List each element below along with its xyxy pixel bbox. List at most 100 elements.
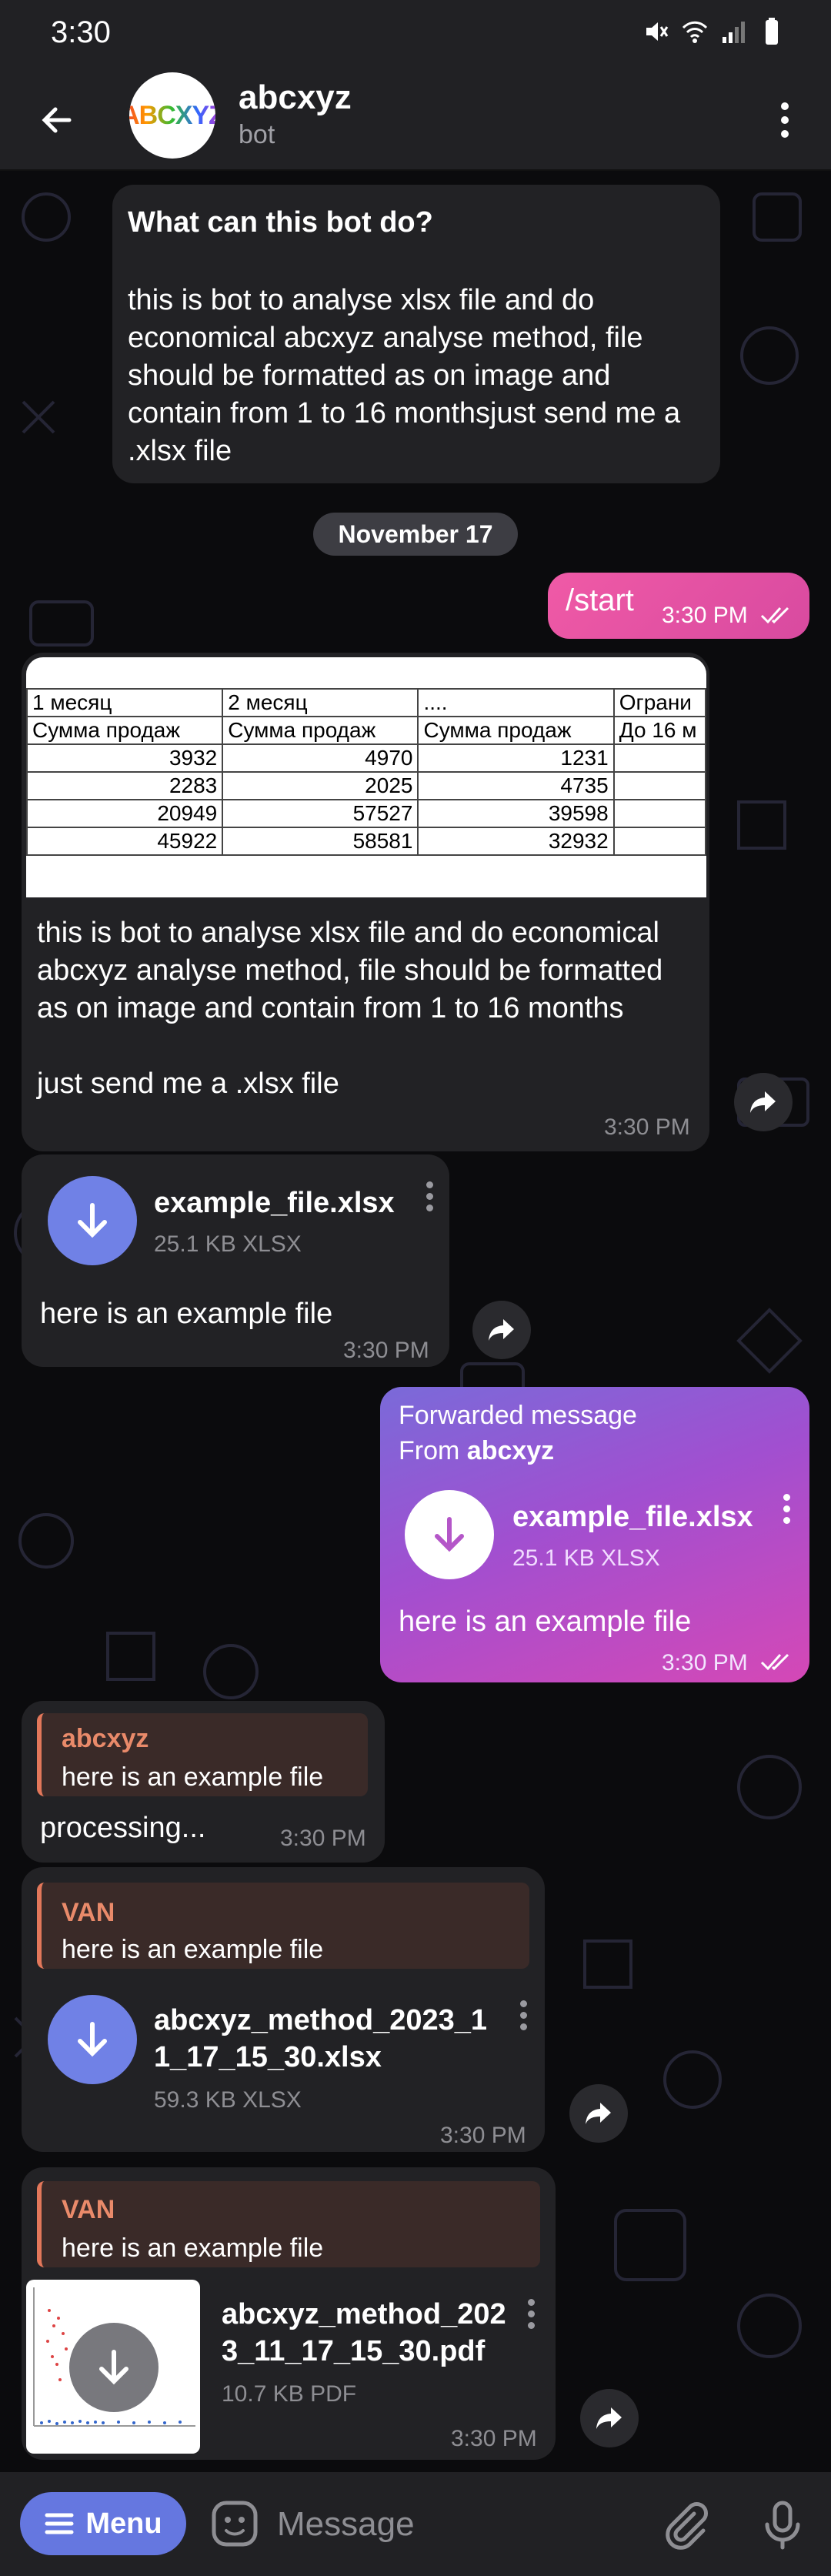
dot [783, 1516, 790, 1524]
file-size: 10.7 KB PDF [222, 2381, 357, 2407]
dot [527, 2321, 535, 2329]
forwarded-label: Forwarded message [399, 1401, 637, 1430]
date-separator: November 17 [313, 513, 518, 556]
download-arrow-icon [78, 1203, 107, 1238]
file-caption: here is an example file [399, 1605, 692, 1638]
message-time: 3:30 PM [440, 2123, 526, 2148]
share-button[interactable] [472, 1301, 531, 1359]
share-button[interactable] [569, 2084, 628, 2143]
share-arrow-icon [750, 1091, 776, 1113]
forwarded-from-prefix: From [399, 1436, 467, 1465]
download-button[interactable] [405, 1490, 494, 1579]
message-input-bar: Menu [0, 2472, 831, 2576]
share-arrow-icon [596, 2407, 622, 2429]
dot [426, 1192, 433, 1200]
sheet-cell: 57527 [222, 799, 419, 828]
download-button[interactable] [48, 1995, 137, 2084]
forwarded-from-name: abcxyz [466, 1436, 555, 1465]
share-button[interactable] [580, 2389, 639, 2447]
sheet-cell: 39598 [417, 799, 615, 828]
message-time: 3:30 PM [662, 1650, 748, 1676]
file-name: example_file.xlsx [154, 1187, 395, 1219]
spreadsheet-image[interactable]: 1 месяц 2 месяц .... Ограни Сумма продаж… [26, 657, 706, 897]
sheet-cell: 1231 [417, 743, 615, 773]
sheet-subheader-cell: Сумма продаж [26, 716, 224, 745]
message-time: 3:30 PM [662, 603, 748, 628]
sheet-header-cell: 1 месяц [26, 688, 224, 717]
file-menu-button[interactable] [523, 2290, 539, 2337]
share-arrow-icon [586, 2103, 611, 2124]
battery-icon [766, 18, 778, 45]
file-menu-button[interactable] [516, 1992, 531, 2038]
message-input[interactable] [277, 2494, 639, 2555]
double-check-icon [760, 1653, 789, 1671]
sheet-cell [612, 799, 706, 828]
spreadsheet-table: 1 месяц 2 месяц .... Ограни Сумма продаж… [26, 688, 706, 856]
file-size: 59.3 KB XLSX [154, 2087, 302, 2113]
reply-author: VAN [62, 2195, 115, 2224]
dot [781, 102, 789, 110]
sheet-header-cell: 2 месяц [222, 688, 419, 717]
status-time: 3:30 [51, 15, 111, 49]
file-name-line: abcxyz_method_2023_1 [154, 2004, 488, 2036]
sheet-cell: 4970 [222, 743, 419, 773]
sheet-cell: 45922 [26, 827, 224, 856]
bot-info-text: this is bot to analyse xlsx file and do … [128, 284, 681, 467]
back-button[interactable] [29, 92, 85, 148]
file-name-line: 1_17_15_30.xlsx [154, 2041, 382, 2073]
dot [781, 116, 789, 124]
sheet-cell: 3932 [26, 743, 224, 773]
sheet-cell: 32932 [417, 827, 615, 856]
menu-label: Menu [85, 2507, 162, 2540]
sheet-subheader-cell: Сумма продаж [222, 716, 419, 745]
chat-title[interactable]: abcxyz [239, 79, 352, 117]
download-button[interactable] [48, 1176, 137, 1265]
file-size: 25.1 KB XLSX [154, 1231, 302, 1257]
microphone-icon[interactable] [756, 2498, 809, 2552]
reply-text: here is an example file [62, 2234, 324, 2263]
chat-header: ABCXYZ abcxyz bot [0, 69, 831, 171]
more-options-button[interactable] [769, 92, 800, 148]
message-time: 3:30 PM [280, 1826, 366, 1851]
forwarded-from[interactable]: From abcxyz [399, 1436, 554, 1466]
share-button[interactable] [734, 1073, 793, 1131]
sheet-cell: 20949 [26, 799, 224, 828]
dot [781, 130, 789, 138]
chat-subtitle: bot [239, 120, 275, 149]
file-name-line: 3_11_17_15_30.pdf [222, 2335, 486, 2367]
message-text: this is bot to analyse xlsx file and do … [37, 914, 699, 1103]
paperclip-icon[interactable] [659, 2498, 713, 2552]
status-bar: 3:30 [0, 0, 831, 69]
menu-icon [45, 2513, 74, 2534]
sticker-icon[interactable] [208, 2497, 262, 2551]
file-menu-button[interactable] [779, 1485, 794, 1532]
mute-icon [646, 22, 669, 41]
signal-icon [723, 22, 745, 43]
wifi-icon [682, 21, 708, 43]
download-button[interactable] [69, 2323, 159, 2412]
sheet-cell: 2025 [222, 771, 419, 800]
file-menu-button[interactable] [422, 1173, 437, 1219]
download-arrow-icon [435, 1517, 464, 1552]
dot [783, 1505, 790, 1512]
sheet-cell [612, 743, 706, 773]
status-icons [643, 17, 785, 46]
avatar[interactable]: ABCXYZ [129, 72, 215, 159]
bot-info-title: What can this bot do? [128, 206, 433, 239]
sheet-subheader-cell: До 16 м [612, 716, 706, 745]
reply-author: abcxyz [62, 1724, 149, 1753]
reply-author: VAN [62, 1898, 115, 1927]
avatar-logo: ABCXYZ [129, 101, 215, 131]
dot [426, 1204, 433, 1211]
file-name-line: abcxyz_method_202 [222, 2298, 506, 2330]
dot [519, 2011, 527, 2019]
dot [527, 2298, 535, 2306]
sheet-cell [612, 827, 706, 856]
message-time: 3:30 PM [604, 1114, 690, 1140]
download-arrow-icon [99, 2350, 128, 2385]
bot-menu-button[interactable]: Menu [20, 2492, 186, 2555]
sheet-cell [612, 771, 706, 800]
reply-text: here is an example file [62, 1762, 324, 1792]
sheet-cell: 58581 [222, 827, 419, 856]
sheet-subheader-cell: Сумма продаж [417, 716, 615, 745]
